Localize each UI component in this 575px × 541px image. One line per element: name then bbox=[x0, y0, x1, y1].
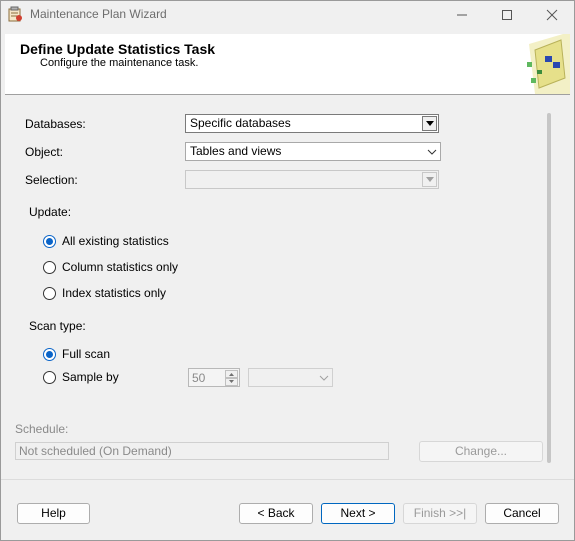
radio-full-scan[interactable]: Full scan bbox=[43, 347, 110, 361]
wizard-window: Maintenance Plan Wizard Define Update St… bbox=[0, 0, 575, 541]
chevron-down-icon bbox=[427, 149, 436, 155]
maximize-button[interactable] bbox=[484, 1, 530, 29]
radio-sample-by[interactable]: Sample by bbox=[43, 370, 119, 384]
vertical-scrollbar[interactable] bbox=[547, 113, 551, 463]
change-schedule-button[interactable]: Change... bbox=[419, 441, 543, 462]
schedule-value: Not scheduled (On Demand) bbox=[19, 444, 172, 458]
schedule-field: Not scheduled (On Demand) bbox=[15, 442, 389, 460]
finish-button[interactable]: Finish >>| bbox=[403, 503, 477, 524]
radio-indicator[interactable] bbox=[43, 234, 56, 248]
close-icon bbox=[546, 9, 558, 21]
selection-combo[interactable] bbox=[185, 170, 439, 189]
page-title: Define Update Statistics Task bbox=[20, 41, 216, 57]
dropdown-arrow-icon bbox=[425, 177, 434, 182]
databases-combo[interactable]: Specific databases bbox=[185, 114, 439, 133]
cancel-button[interactable]: Cancel bbox=[485, 503, 559, 524]
radio-index-statistics-only[interactable]: Index statistics only bbox=[43, 286, 166, 300]
next-button[interactable]: Next > bbox=[321, 503, 395, 524]
wizard-graphic-icon bbox=[515, 34, 570, 94]
sample-value-stepper[interactable]: 50 bbox=[188, 368, 240, 387]
page-subtitle: Configure the maintenance task. bbox=[40, 57, 199, 69]
maintenance-plan-icon bbox=[7, 6, 23, 22]
databases-label: Databases: bbox=[25, 117, 86, 131]
selection-dropdown-button[interactable] bbox=[422, 172, 437, 187]
radio-indicator[interactable] bbox=[43, 260, 56, 274]
radio-column-statistics-only[interactable]: Column statistics only bbox=[43, 260, 178, 274]
window-title: Maintenance Plan Wizard bbox=[30, 7, 167, 21]
radio-label: Full scan bbox=[62, 347, 111, 361]
sample-unit-dropdown-button[interactable] bbox=[316, 370, 331, 385]
selection-label: Selection: bbox=[25, 173, 78, 187]
close-button[interactable] bbox=[529, 1, 575, 29]
dropdown-arrow-icon bbox=[425, 121, 434, 126]
radio-label: Column statistics only bbox=[62, 260, 179, 274]
object-label: Object: bbox=[25, 145, 64, 159]
databases-value: Specific databases bbox=[190, 116, 291, 130]
stepper-down-button[interactable] bbox=[225, 378, 238, 386]
sample-unit-combo[interactable] bbox=[248, 368, 333, 387]
update-label: Update: bbox=[29, 205, 72, 219]
radio-label: Index statistics only bbox=[62, 286, 167, 300]
footer-divider bbox=[1, 479, 574, 480]
radio-indicator[interactable] bbox=[43, 347, 56, 361]
help-button[interactable]: Help bbox=[17, 503, 90, 524]
back-button[interactable]: < Back bbox=[239, 503, 313, 524]
schedule-label: Schedule: bbox=[15, 422, 69, 436]
object-combo[interactable]: Tables and views bbox=[185, 142, 441, 161]
object-value: Tables and views bbox=[190, 144, 282, 158]
chevron-up-icon bbox=[229, 373, 234, 376]
radio-label: Sample by bbox=[62, 370, 119, 384]
object-dropdown-button[interactable] bbox=[424, 144, 439, 159]
radio-label: All existing statistics bbox=[62, 234, 169, 248]
stepper-up-button[interactable] bbox=[225, 370, 238, 378]
radio-all-existing-statistics[interactable]: All existing statistics bbox=[43, 234, 169, 248]
maximize-icon bbox=[502, 10, 512, 20]
radio-indicator[interactable] bbox=[43, 370, 56, 384]
minimize-icon bbox=[457, 14, 467, 16]
scan-type-label: Scan type: bbox=[29, 319, 86, 333]
chevron-down-icon bbox=[229, 380, 234, 383]
sample-value: 50 bbox=[192, 371, 206, 385]
radio-indicator[interactable] bbox=[43, 286, 56, 300]
title-bar: Maintenance Plan Wizard bbox=[1, 1, 574, 29]
databases-dropdown-button[interactable] bbox=[422, 116, 437, 131]
minimize-button[interactable] bbox=[439, 1, 485, 29]
chevron-down-icon bbox=[319, 375, 328, 381]
header-banner: Define Update Statistics Task Configure … bbox=[5, 34, 570, 95]
